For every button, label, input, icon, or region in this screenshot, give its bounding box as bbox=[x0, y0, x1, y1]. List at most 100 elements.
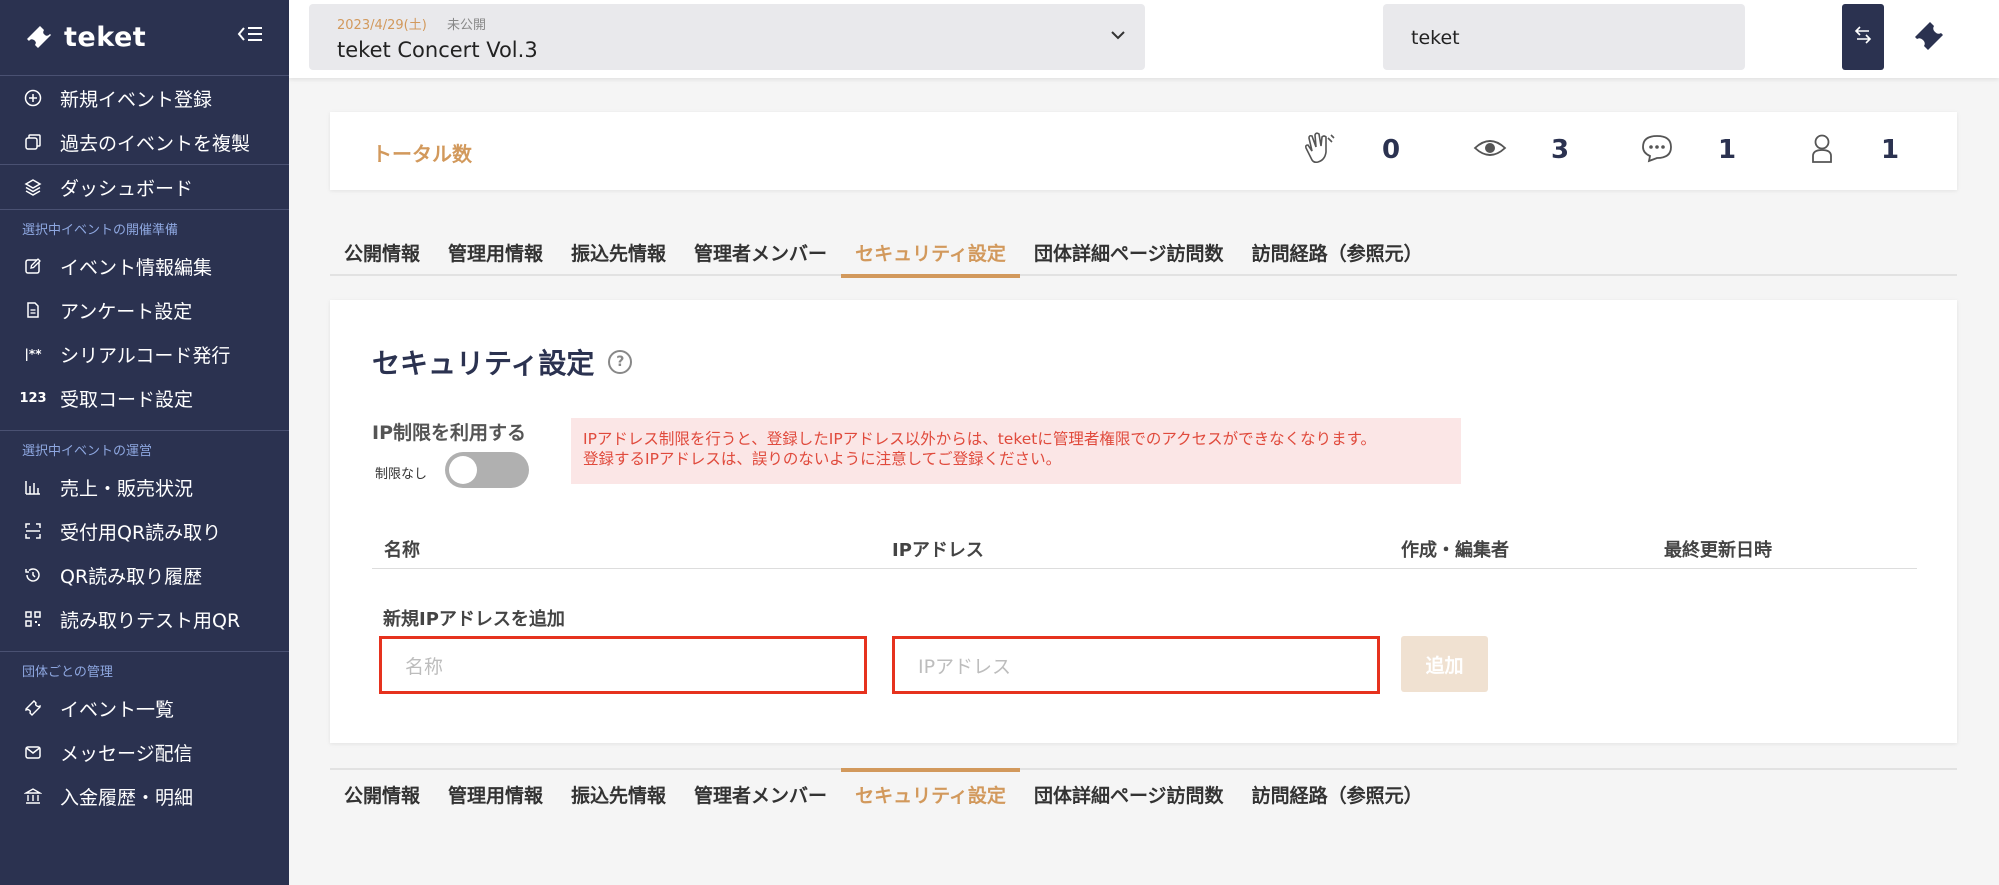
help-icon[interactable]: ? bbox=[608, 350, 633, 374]
tab-referrers[interactable]: 訪問経路（参照元） bbox=[1238, 228, 1437, 276]
teket-logo-icon bbox=[22, 21, 56, 55]
sidebar-item-label: 受付用QR読み取り bbox=[60, 521, 222, 544]
tab-public-info[interactable]: 公開情報 bbox=[330, 228, 434, 276]
toggle-knob bbox=[449, 456, 477, 484]
clap-icon bbox=[1302, 132, 1338, 168]
scan-icon bbox=[22, 520, 44, 542]
security-card: セキュリティ設定 ? IP制限を利用する 制限なし IPアドレス制限を行うと、登… bbox=[330, 300, 1957, 743]
bank-icon bbox=[22, 785, 44, 807]
tab-admin-members[interactable]: 管理者メンバー bbox=[680, 228, 841, 276]
sidebar-item-new-event[interactable]: 新規イベント登録 bbox=[0, 76, 289, 120]
stat-views: 3 bbox=[1473, 130, 1569, 170]
organization-name: teket bbox=[1411, 27, 1460, 49]
serial-icon: |** bbox=[24, 347, 42, 361]
history-icon bbox=[22, 564, 44, 586]
column-header-ip: IPアドレス bbox=[892, 540, 984, 561]
sidebar-item-label: 受取コード設定 bbox=[60, 388, 194, 411]
sidebar-section-title: 選択中イベントの開催準備 bbox=[22, 223, 179, 238]
sidebar-item-label: QR読み取り履歴 bbox=[60, 565, 203, 588]
plus-circle-icon bbox=[22, 87, 44, 109]
tabs-bottom: 公開情報 管理用情報 振込先情報 管理者メンバー セキュリティ設定 団体詳細ペー… bbox=[330, 768, 1957, 816]
sidebar-section-title: 団体ごとの管理 bbox=[22, 665, 113, 680]
bar-chart-icon bbox=[22, 476, 44, 498]
user-icon bbox=[1807, 132, 1837, 168]
teket-logo-icon[interactable] bbox=[1911, 18, 1947, 58]
sidebar-item-label: 入金履歴・明細 bbox=[60, 786, 194, 809]
event-status: 未公開 bbox=[446, 18, 486, 33]
page-title: セキュリティ設定 ? bbox=[372, 342, 633, 382]
tab-referrers[interactable]: 訪問経路（参照元） bbox=[1238, 770, 1437, 818]
warning-message: IPアドレス制限を行うと、登録したIPアドレス以外からは、teketに管理者権限… bbox=[571, 418, 1461, 484]
chevron-down-icon bbox=[1109, 26, 1127, 48]
ip-limit-toggle[interactable] bbox=[445, 452, 529, 488]
sidebar-item-receive-code[interactable]: 123 受取コード設定 bbox=[0, 376, 289, 420]
tab-admin-info[interactable]: 管理用情報 bbox=[434, 228, 557, 276]
add-ip-label: 新規IPアドレスを追加 bbox=[383, 609, 565, 630]
sidebar-item-label: イベント一覧 bbox=[60, 698, 175, 721]
sidebar-item-label: 売上・販売状況 bbox=[60, 477, 194, 500]
sidebar-item-label: イベント情報編集 bbox=[60, 256, 213, 279]
brand[interactable]: teket bbox=[0, 0, 289, 75]
tab-admin-info[interactable]: 管理用情報 bbox=[434, 770, 557, 818]
tab-public-info[interactable]: 公開情報 bbox=[330, 770, 434, 818]
brand-name: teket bbox=[64, 22, 147, 53]
collapse-left-icon[interactable] bbox=[237, 24, 263, 49]
sidebar-item-survey[interactable]: アンケート設定 bbox=[0, 288, 289, 332]
sidebar-item-payments[interactable]: 入金履歴・明細 bbox=[0, 774, 289, 818]
tab-bank-info[interactable]: 振込先情報 bbox=[557, 770, 680, 818]
sidebar-item-label: アンケート設定 bbox=[60, 300, 193, 323]
column-header-name: 名称 bbox=[384, 540, 420, 561]
totals-label: トータル数 bbox=[372, 142, 472, 166]
add-button[interactable]: 追加 bbox=[1401, 636, 1488, 692]
sidebar-item-dashboard[interactable]: ダッシュボード bbox=[0, 165, 289, 209]
table-header-divider bbox=[372, 568, 1917, 569]
sidebar-item-event-list[interactable]: イベント一覧 bbox=[0, 686, 289, 730]
warning-line: IPアドレス制限を行うと、登録したIPアドレス以外からは、teketに管理者権限… bbox=[583, 430, 1377, 448]
ip-limit-label: IP制限を利用する bbox=[372, 422, 526, 444]
event-meta: 2023/4/29(土) 未公開 bbox=[337, 14, 486, 33]
sidebar-item-label: ダッシュボード bbox=[60, 177, 194, 200]
sidebar-section-title: 選択中イベントの運営 bbox=[22, 444, 153, 459]
switch-organization-button[interactable] bbox=[1842, 4, 1884, 70]
qr-icon bbox=[22, 608, 44, 630]
tab-visits[interactable]: 団体詳細ページ訪問数 bbox=[1020, 770, 1238, 818]
sidebar-item-sales[interactable]: 売上・販売状況 bbox=[0, 465, 289, 509]
stat-value: 1 bbox=[1718, 135, 1737, 165]
stat-comments: 1 bbox=[1640, 130, 1736, 170]
stat-users: 1 bbox=[1807, 130, 1899, 170]
sidebar-item-edit-event[interactable]: イベント情報編集 bbox=[0, 244, 289, 288]
ip-address-input[interactable]: IPアドレス bbox=[892, 636, 1380, 694]
sidebar-item-messages[interactable]: メッセージ配信 bbox=[0, 730, 289, 774]
event-title: teket Concert Vol.3 bbox=[337, 38, 538, 62]
sidebar-item-label: 新規イベント登録 bbox=[60, 88, 213, 111]
name-input[interactable]: 名称 bbox=[379, 636, 867, 694]
warning-line: 登録するIPアドレスは、誤りのないように注意してご登録ください。 bbox=[583, 450, 1062, 468]
tab-bank-info[interactable]: 振込先情報 bbox=[557, 228, 680, 276]
tab-visits[interactable]: 団体詳細ページ訪問数 bbox=[1020, 228, 1238, 276]
swap-icon bbox=[1852, 24, 1874, 50]
sidebar-item-duplicate-event[interactable]: 過去のイベントを複製 bbox=[0, 120, 289, 164]
sidebar-item-label: 過去のイベントを複製 bbox=[60, 132, 251, 155]
organization-selector[interactable]: teket bbox=[1383, 4, 1745, 70]
event-date: 2023/4/29(土) bbox=[337, 18, 427, 33]
tabs-top: 公開情報 管理用情報 振込先情報 管理者メンバー セキュリティ設定 団体詳細ペー… bbox=[330, 228, 1957, 278]
stat-value: 3 bbox=[1551, 135, 1570, 165]
security-heading: セキュリティ設定 bbox=[372, 347, 595, 380]
tab-admin-members[interactable]: 管理者メンバー bbox=[680, 770, 841, 818]
sidebar-item-qr-scan[interactable]: 受付用QR読み取り bbox=[0, 509, 289, 553]
tab-security[interactable]: セキュリティ設定 bbox=[841, 228, 1020, 278]
sidebar-item-label: シリアルコード発行 bbox=[60, 344, 231, 367]
tab-security[interactable]: セキュリティ設定 bbox=[841, 768, 1020, 818]
sidebar-item-label: 読み取りテスト用QR bbox=[60, 609, 241, 632]
totals-card: トータル数 0 3 1 1 bbox=[330, 112, 1957, 190]
sidebar-item-qr-history[interactable]: QR読み取り履歴 bbox=[0, 553, 289, 597]
layers-icon bbox=[22, 176, 44, 198]
document-icon bbox=[22, 299, 44, 321]
column-header-editor: 作成・編集者 bbox=[1401, 540, 1509, 561]
event-selector[interactable]: 2023/4/29(土) 未公開 teket Concert Vol.3 bbox=[309, 4, 1145, 70]
header: 2023/4/29(土) 未公開 teket Concert Vol.3 tek… bbox=[289, 0, 1999, 78]
sidebar-item-label: メッセージ配信 bbox=[60, 742, 193, 765]
ticket-icon bbox=[22, 697, 44, 719]
sidebar-item-test-qr[interactable]: 読み取りテスト用QR bbox=[0, 597, 289, 641]
sidebar-item-serial-code[interactable]: |** シリアルコード発行 bbox=[0, 332, 289, 376]
